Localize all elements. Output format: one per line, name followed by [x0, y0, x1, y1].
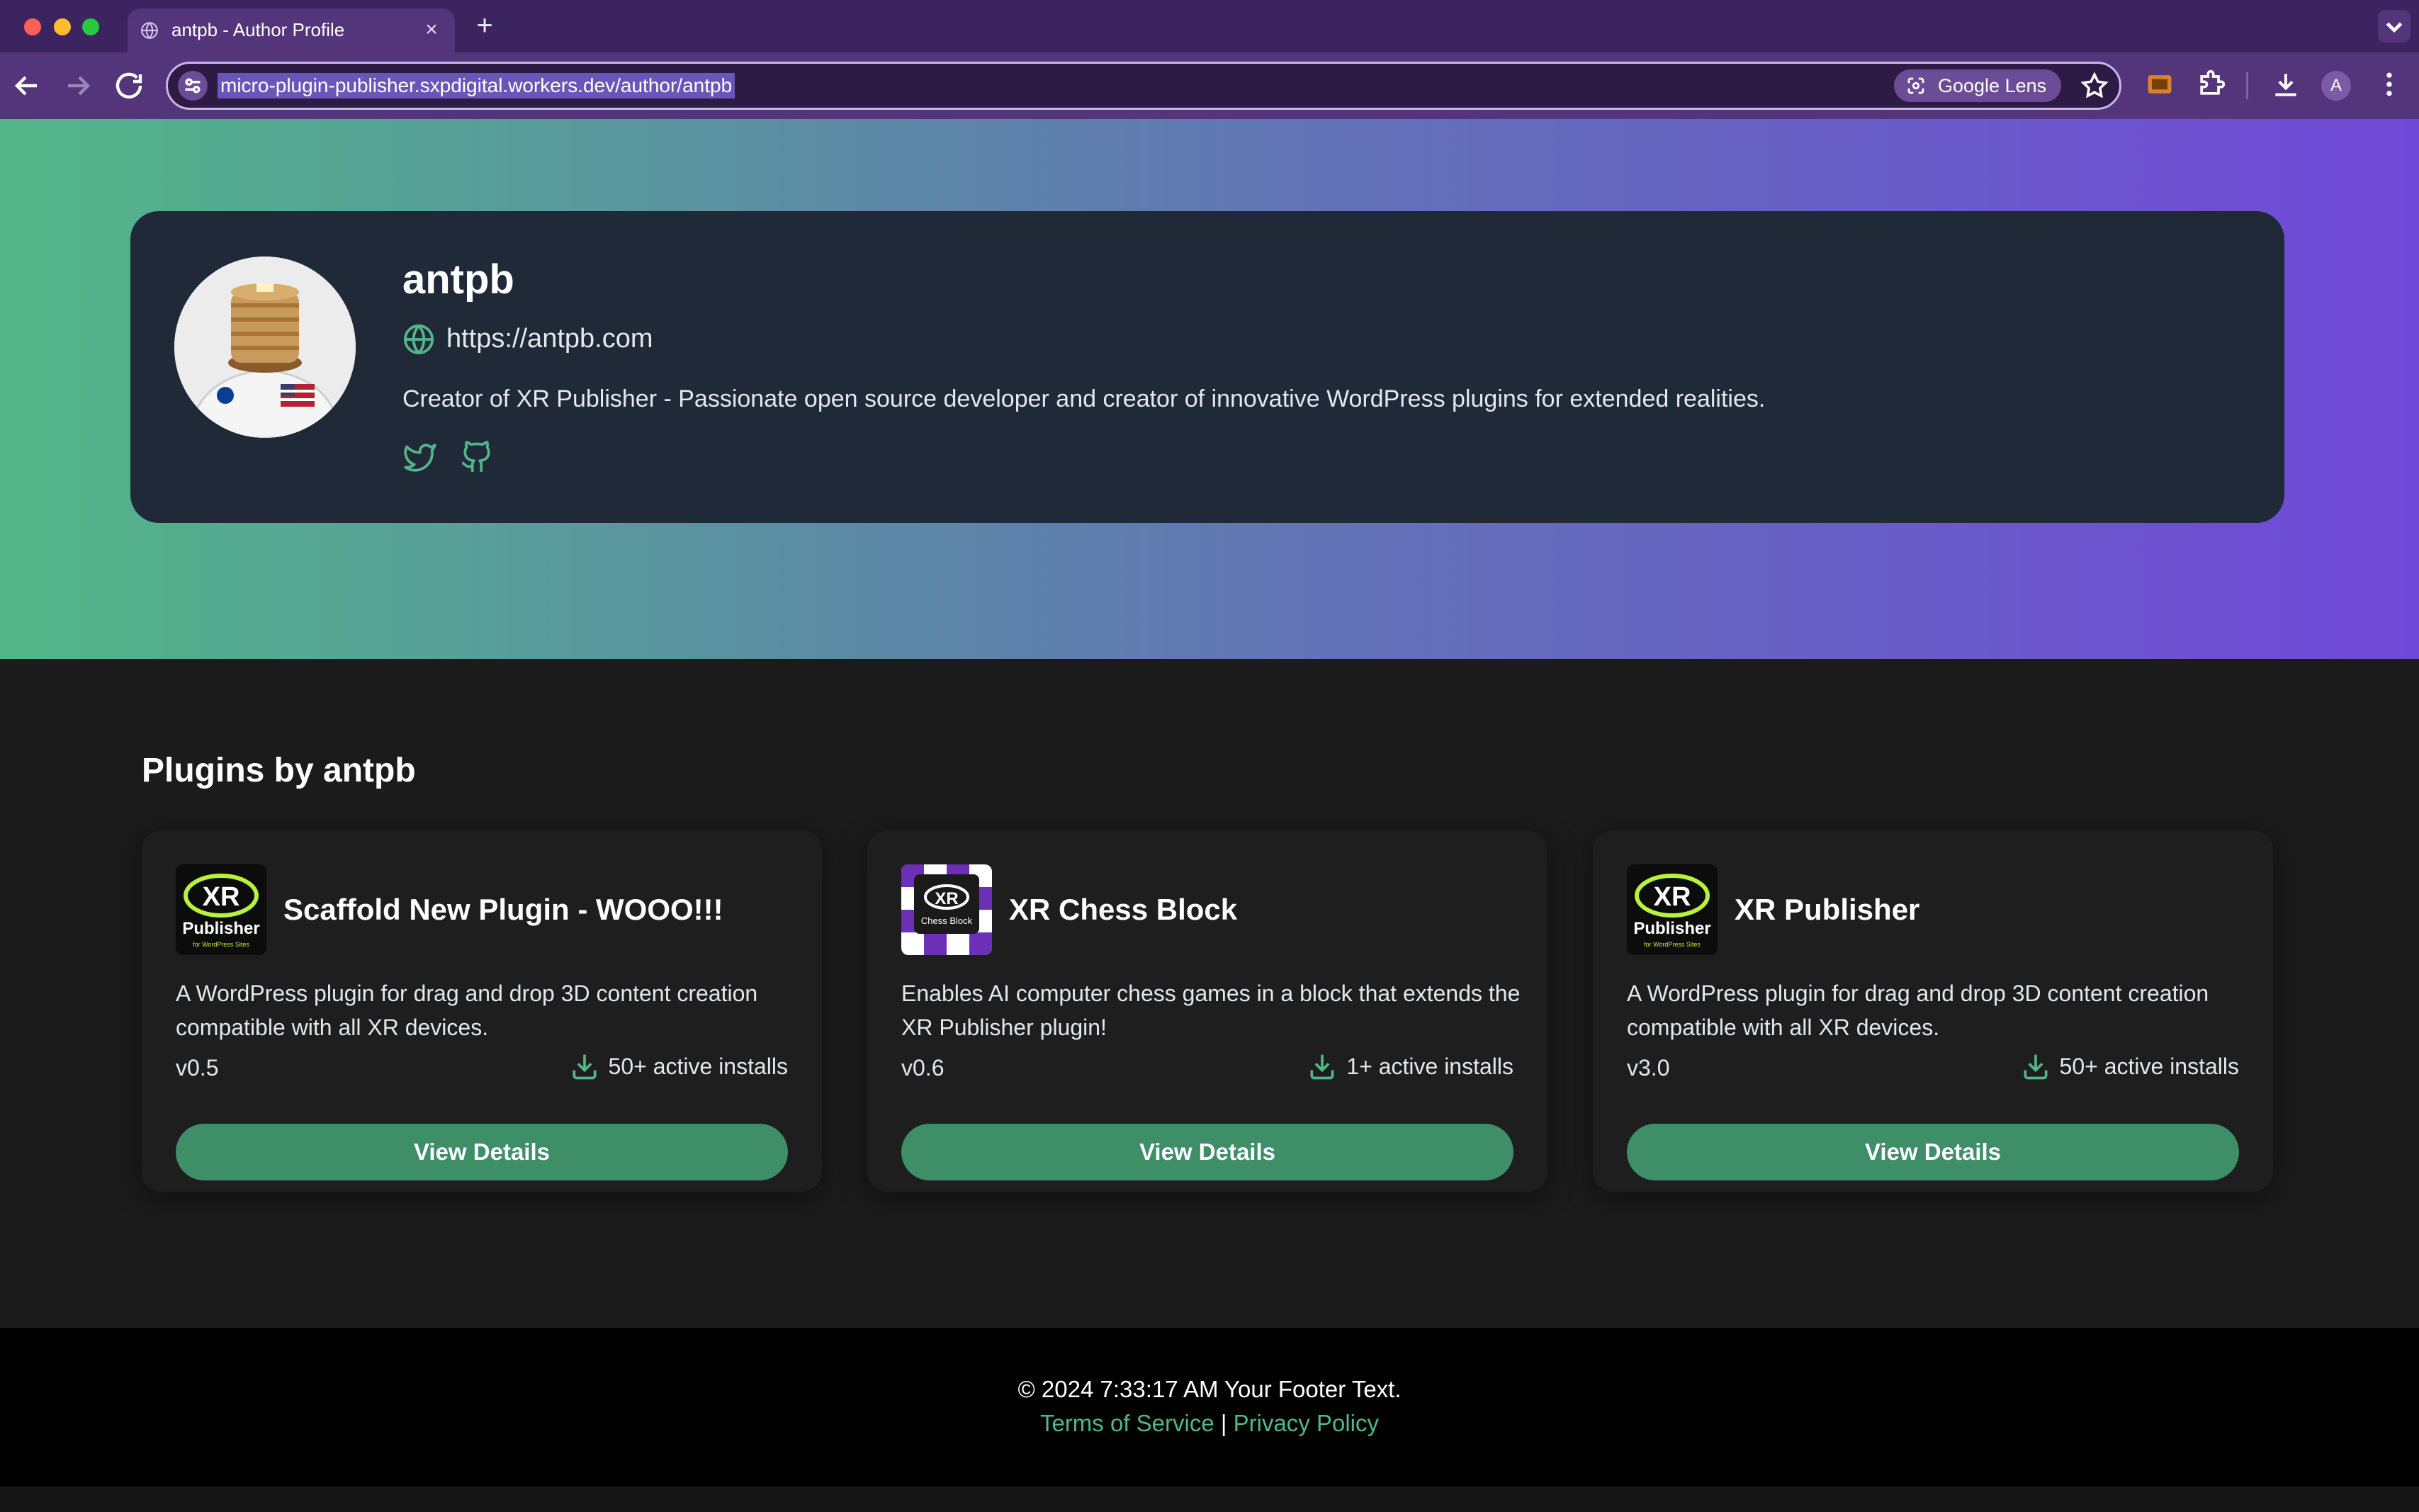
- plugin-description: A WordPress plugin for drag and drop 3D …: [176, 981, 758, 1040]
- author-bio: Creator of XR Publisher - Passionate ope…: [402, 385, 1766, 412]
- installs-count: 50+ active installs: [2059, 1054, 2239, 1079]
- plugin-title[interactable]: XR Publisher: [1735, 891, 1919, 928]
- download-icon: [2024, 1054, 2048, 1080]
- back-arrow-icon[interactable]: [10, 69, 44, 103]
- plugin-card: XR Chess Block XR Chess Block Enables AI…: [867, 830, 1547, 1192]
- plugin-card: XR Publisher for WordPress Sites XR Publ…: [1593, 830, 2273, 1192]
- address-bar[interactable]: micro-plugin-publisher.sxpdigital.worker…: [166, 62, 2121, 110]
- author-website-link[interactable]: https://antpb.com: [446, 322, 653, 356]
- toolbar-divider: [2246, 72, 2248, 99]
- tab-close-icon[interactable]: ×: [419, 18, 444, 42]
- logo-sub: Chess Block: [921, 915, 973, 926]
- view-details-button[interactable]: View Details: [901, 1124, 1513, 1180]
- privacy-policy-link[interactable]: Privacy Policy: [1234, 1410, 1379, 1436]
- plugin-version: v0.6: [901, 1055, 945, 1081]
- bookmark-star-icon[interactable]: [2080, 71, 2109, 101]
- menu-kebab-icon[interactable]: [2374, 69, 2405, 100]
- forward-arrow-icon[interactable]: [61, 69, 95, 103]
- minimize-window-button[interactable]: [54, 18, 71, 35]
- profile-avatar-button[interactable]: A: [2321, 71, 2351, 101]
- author-name: antpb: [402, 256, 514, 303]
- logo-text: XR: [203, 882, 240, 912]
- installs-count: 50+ active installs: [608, 1054, 788, 1079]
- lens-icon: [1907, 77, 1924, 94]
- tune-icon: [185, 78, 201, 94]
- github-icon[interactable]: [459, 439, 495, 475]
- footer-links: Terms of Service | Privacy Policy: [0, 1407, 2419, 1440]
- footer-copyright: © 2024 7:33:17 AM Your Footer Text.: [1017, 1376, 1402, 1402]
- plugins-section: Plugins by antpb XR Publisher for WordPr…: [0, 659, 2419, 1328]
- url-text[interactable]: micro-plugin-publisher.sxpdigital.worker…: [218, 73, 735, 98]
- chevron-down-icon: [2386, 22, 2403, 33]
- astronaut-pancake-avatar-image: [174, 256, 356, 438]
- plugin-title[interactable]: Scaffold New Plugin - WOOO!!!: [283, 891, 723, 928]
- xr-publisher-logo: XR Publisher for WordPress Sites: [1627, 864, 1718, 955]
- logo-text: XR: [935, 889, 958, 908]
- maximize-window-button[interactable]: [82, 18, 99, 35]
- xr-chess-block-logo: XR Chess Block: [901, 864, 992, 955]
- footer-separator: |: [1214, 1410, 1234, 1436]
- author-avatar: [174, 256, 356, 438]
- logo-tag: for WordPress Sites: [193, 941, 249, 948]
- section-title: Plugins by antpb: [142, 752, 416, 789]
- browser-toolbar: micro-plugin-publisher.sxpdigital.worker…: [0, 52, 2419, 119]
- tab-search-button[interactable]: [2378, 10, 2410, 43]
- browser-window: antpb - Author Profile × + micro-plugin-…: [0, 0, 2419, 1512]
- download-icon: [573, 1054, 597, 1080]
- author-hero: antpb https://antpb.com Creator of XR Pu…: [0, 119, 2419, 659]
- plugin-installs: 50+ active installs: [2020, 1050, 2239, 1083]
- close-window-button[interactable]: [24, 18, 41, 35]
- extensions-puzzle-icon[interactable]: [2195, 69, 2226, 100]
- google-lens-label: Google Lens: [1938, 75, 2047, 96]
- page-bottom-edge: [0, 1486, 2419, 1512]
- logo-sub: Publisher: [1633, 919, 1710, 938]
- profile-card: antpb https://antpb.com Creator of XR Pu…: [130, 211, 2284, 523]
- xr-publisher-logo: XR Publisher for WordPress Sites: [176, 864, 266, 955]
- twitter-icon[interactable]: [402, 439, 438, 475]
- plugin-description: Enables AI computer chess games in a blo…: [901, 981, 1521, 1040]
- logo-text: XR: [1654, 882, 1691, 912]
- view-details-button[interactable]: View Details: [176, 1124, 788, 1180]
- logo-tag: for WordPress Sites: [1644, 941, 1701, 948]
- page-footer: © 2024 7:33:17 AM Your Footer Text. Term…: [0, 1328, 2419, 1486]
- terms-of-service-link[interactable]: Terms of Service: [1040, 1410, 1214, 1436]
- google-lens-button[interactable]: Google Lens: [1894, 69, 2061, 102]
- installs-count: 1+ active installs: [1346, 1054, 1513, 1079]
- tab-bar: antpb - Author Profile × +: [0, 0, 2419, 52]
- plugin-version: v3.0: [1627, 1055, 1670, 1081]
- plugin-card: XR Publisher for WordPress Sites Scaffol…: [142, 830, 822, 1192]
- downloads-icon[interactable]: [2270, 69, 2301, 100]
- logo-sub: Publisher: [182, 919, 259, 938]
- plugin-description: A WordPress plugin for drag and drop 3D …: [1627, 981, 2209, 1040]
- extension-badge-icon[interactable]: [2144, 69, 2175, 100]
- site-info-button[interactable]: [178, 71, 208, 101]
- plugin-installs: 50+ active installs: [569, 1050, 788, 1083]
- download-icon: [1310, 1054, 1334, 1080]
- browser-tab-active[interactable]: antpb - Author Profile ×: [128, 9, 455, 52]
- view-details-button[interactable]: View Details: [1627, 1124, 2239, 1180]
- plugin-title[interactable]: XR Chess Block: [1009, 891, 1237, 928]
- new-tab-button[interactable]: +: [469, 10, 500, 41]
- tab-title: antpb - Author Profile: [171, 19, 345, 40]
- plugin-installs: 1+ active installs: [1307, 1050, 1513, 1083]
- plugin-version: v0.5: [176, 1055, 219, 1081]
- globe-icon: [403, 324, 434, 355]
- reload-icon[interactable]: [112, 69, 146, 103]
- globe-favicon-icon: [141, 22, 158, 39]
